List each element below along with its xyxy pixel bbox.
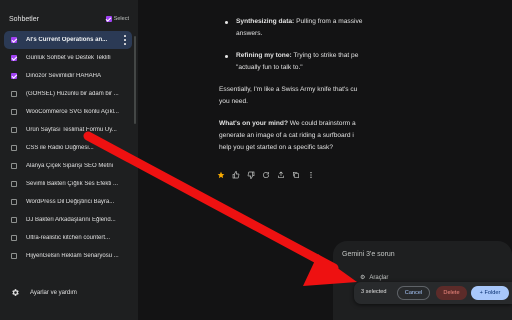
chat-item-checkbox[interactable] [11,235,17,241]
chat-item-label: Dinozor Sevimlidir HAHAHA [26,73,102,79]
delete-button[interactable]: Delete [436,286,467,300]
chat-item-checkbox[interactable] [11,181,17,187]
chat-item-checkbox[interactable] [11,109,17,115]
chat-list-item[interactable]: WordPress Dil Değiştirici Bayra... [4,193,132,211]
bullet-title: Refining my tone: [236,52,292,59]
paragraph-text: generate an image of a cat riding a surf… [219,132,354,139]
chat-item-label: WooCommerce SVG İkonlu Açıkl... [26,109,119,115]
tools-button[interactable]: ⚙ Araçlar [360,274,389,282]
settings-help-label: Ayarlar ve yardım [30,289,77,296]
chat-item-label: Sevimli Bakteri Çığlık Ses Efekti ... [26,181,119,187]
more-vert-icon[interactable] [307,171,315,179]
paragraph-swiss-army: Essentially, I'm like a Swiss Army knife… [219,84,379,108]
chat-list-item[interactable]: Günlük Sohbet ve Destek Teklifi [4,49,132,67]
chat-item-label: Ürün Sayfası Teslimat Formu Uy... [26,127,117,133]
chat-item-checkbox[interactable] [11,91,17,97]
chat-item-checkbox[interactable] [11,199,17,205]
chat-item-checkbox[interactable] [11,163,17,169]
chat-list-item[interactable]: Alanya Çiçek Siparişi SEO Metni [4,157,132,175]
chat-item-checkbox[interactable] [11,253,17,259]
chat-list-item[interactable]: AI's Current Operations an... [4,31,132,49]
more-vert-icon[interactable] [123,35,127,45]
paragraph-text: help you get started on a specific task? [219,144,333,151]
chat-list-item[interactable]: Sevimli Bakteri Çığlık Ses Efekti ... [4,175,132,193]
sidebar-title: Sohbetler [9,16,39,23]
chat-item-label: DJ Bakteri Arkadaşlarını Eğlend... [26,217,116,223]
chat-list-item[interactable]: Dinozor Sevimlidir HAHAHA [4,67,132,85]
chat-list-item[interactable]: DJ Bakteri Arkadaşlarını Eğlend... [4,211,132,229]
chat-list-item[interactable]: Ultra-realistic kitchen countert... [4,229,132,247]
chat-item-checkbox[interactable] [11,145,17,151]
bullet-text: answers. [236,30,263,37]
chat-item-label: CSS ile Radio Düğmesi... [26,145,94,151]
gear-icon [11,288,20,297]
paragraph-text: We could brainstorm a [287,120,356,127]
sidebar: Sohbetler Select AI's Current Operations… [0,0,138,320]
chat-list-item[interactable]: Ürün Sayfası Teslimat Formu Uy... [4,121,132,139]
bullet-synthesizing: Synthesizing data: Pulling from a massiv… [219,16,396,40]
paragraph-title: What's on your mind? [219,120,288,127]
select-checkbox[interactable] [105,16,112,22]
selection-action-bar: 3 selected Cancel Delete + Folder [354,282,512,304]
tools-icon: ⚙ [360,275,366,281]
chat-item-checkbox[interactable] [11,55,17,61]
bullet-text: Pulling from a massive [294,18,363,25]
chat-item-label: Günlük Sohbet ve Destek Teklifi [26,55,111,61]
chat-item-checkbox[interactable] [11,217,17,223]
chat-item-label: (GÖRSEL) Hüzünlü bir adam bir ... [26,91,119,97]
cancel-button[interactable]: Cancel [397,286,430,300]
bullet-text: "actually fun to talk to." [236,64,303,71]
thumb-down-icon[interactable] [247,171,255,179]
chat-item-label: Ultra-realistic kitchen countert... [26,235,111,241]
response-actions [217,171,315,179]
prompt-input-placeholder[interactable]: Gemini 3'e sorun [342,251,395,258]
add-folder-button[interactable]: + Folder [471,286,509,300]
chat-item-label: WordPress Dil Değiştirici Bayra... [26,199,115,205]
chat-list: AI's Current Operations an... Günlük Sohb… [4,31,132,265]
sidebar-header: Sohbetler Select [9,16,129,26]
bullet-refining: Refining my tone: Trying to strike that … [219,50,396,74]
selected-count: 3 selected [361,289,387,295]
tools-label: Araçlar [369,274,389,281]
chat-list-item[interactable]: HijyenGelsin Reklam Senaryosu ... [4,247,132,265]
chat-item-checkbox[interactable] [11,37,17,43]
chat-list-item[interactable]: CSS ile Radio Düğmesi... [4,139,132,157]
select-label: Select [113,16,129,22]
paragraph-text: you need. [219,98,248,105]
refresh-icon[interactable] [262,171,270,179]
star-icon[interactable] [217,171,225,179]
bullet-title: Synthesizing data: [236,18,295,25]
chat-item-label: HijyenGelsin Reklam Senaryosu ... [26,253,119,259]
chat-item-label: Alanya Çiçek Siparişi SEO Metni [26,163,114,169]
chat-item-checkbox[interactable] [11,73,17,79]
bullet-text: Trying to strike that pe [291,52,359,59]
chat-list-item[interactable]: WooCommerce SVG İkonlu Açıkl... [4,103,132,121]
paragraph-text: Essentially, I'm like a Swiss Army knife… [219,86,358,93]
copy-icon[interactable] [292,171,300,179]
share-icon[interactable] [277,171,285,179]
thumb-up-icon[interactable] [232,171,240,179]
chat-list-item[interactable]: (GÖRSEL) Hüzünlü bir adam bir ... [4,85,132,103]
chat-item-label: AI's Current Operations an... [26,37,108,43]
paragraph-whats-on-mind: What's on your mind? We could brainstorm… [219,118,379,154]
select-all-toggle[interactable]: Select [105,16,129,22]
sidebar-scrollbar[interactable] [134,36,136,124]
chat-item-checkbox[interactable] [11,127,17,133]
settings-help-button[interactable]: Ayarlar ve yardım [11,288,77,297]
